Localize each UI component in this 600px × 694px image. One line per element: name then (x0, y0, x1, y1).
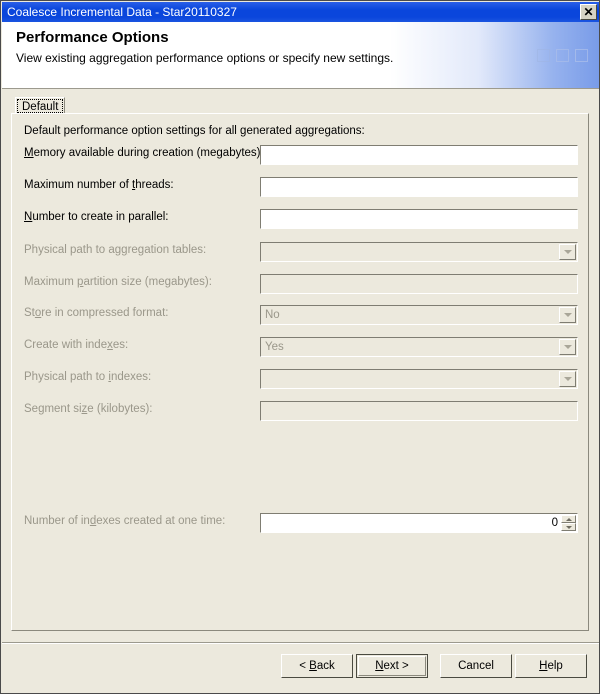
title-bar: Coalesce Incremental Data - Star20110327… (2, 2, 599, 22)
button-label: Next > (375, 660, 409, 672)
field-label: Store in compressed format: (24, 307, 169, 319)
triangle-down-glyph (565, 525, 572, 529)
field-label: Number to create in parallel: (24, 211, 169, 223)
spinner-up-icon[interactable] (561, 515, 576, 523)
number-spinner: 0 (260, 513, 578, 533)
dialog-window: Coalesce Incremental Data - Star20110327… (0, 0, 600, 694)
combo-box (260, 369, 578, 389)
watermark-square-2-icon (556, 49, 569, 62)
combo-box: Yes (260, 337, 578, 357)
form-row: Number to create in parallel: (12, 209, 588, 229)
panel-description: Default performance option settings for … (24, 125, 365, 137)
back-button[interactable]: < Back (281, 654, 353, 678)
field-label: Memory available during creation (megaby… (24, 147, 264, 159)
button-label: Help (539, 660, 563, 672)
chevron-down-glyph (563, 313, 572, 317)
tab-strip: Default (15, 97, 66, 114)
window-title: Coalesce Incremental Data - Star20110327 (7, 5, 237, 19)
triangle-up-glyph (565, 517, 572, 521)
form-row: Physical path to aggregation tables: (12, 242, 588, 262)
field-label: Maximum number of threads: (24, 179, 174, 191)
button-bar: < Back Next > Cancel Help (1, 654, 599, 678)
form-row: Maximum number of threads: (12, 177, 588, 197)
button-label: < Back (299, 660, 335, 672)
chevron-down-icon (559, 339, 576, 355)
cancel-button[interactable]: Cancel (440, 654, 512, 678)
field-label: Segment size (kilobytes): (24, 403, 153, 415)
header-watermark-icon (537, 49, 588, 62)
next-button[interactable]: Next > (356, 654, 428, 678)
form-row: Create with indexes: Yes (12, 337, 588, 357)
combo-value: No (265, 309, 280, 321)
chevron-down-glyph (563, 377, 572, 381)
watermark-square-3-icon (575, 49, 588, 62)
form-row: Number of indexes created at one time: 0 (12, 513, 588, 533)
page-subtitle: View existing aggregation performance op… (16, 51, 394, 65)
tab-default-label: Default (22, 100, 59, 113)
spinner-down-icon[interactable] (561, 523, 576, 531)
form-row: Segment size (kilobytes): (12, 401, 588, 421)
chevron-down-glyph (563, 345, 572, 349)
text-input (260, 401, 578, 421)
form-row: Maximum partition size (megabytes): (12, 274, 588, 294)
text-input[interactable] (260, 209, 578, 229)
page-title: Performance Options (16, 29, 169, 46)
text-input (260, 274, 578, 294)
combo-box: No (260, 305, 578, 325)
spinner-buttons (561, 514, 576, 532)
footer-divider-highlight (2, 643, 599, 644)
help-button[interactable]: Help (515, 654, 587, 678)
tab-default[interactable]: Default (15, 97, 66, 114)
header-divider (2, 88, 599, 89)
chevron-down-icon (559, 371, 576, 387)
field-label: Physical path to indexes: (24, 371, 152, 383)
chevron-down-icon (559, 307, 576, 323)
chevron-down-icon (559, 244, 576, 260)
spinner-value: 0 (551, 517, 558, 529)
form-row: Store in compressed format: No (12, 305, 588, 325)
text-input[interactable] (260, 145, 578, 165)
field-label: Create with indexes: (24, 339, 129, 351)
wizard-header: Performance Options View existing aggreg… (2, 22, 599, 88)
form-row: Physical path to indexes: (12, 369, 588, 389)
field-label: Maximum partition size (megabytes): (24, 276, 212, 288)
field-label: Number of indexes created at one time: (24, 515, 226, 527)
tab-panel-default: Default performance option settings for … (11, 113, 589, 631)
button-label: Cancel (458, 660, 494, 672)
combo-box (260, 242, 578, 262)
field-label: Physical path to aggregation tables: (24, 244, 207, 256)
close-icon[interactable]: ✕ (580, 4, 597, 20)
chevron-down-glyph (563, 250, 572, 254)
text-input[interactable] (260, 177, 578, 197)
form-row: Memory available during creation (megaby… (12, 145, 588, 165)
watermark-square-1-icon (537, 49, 550, 62)
combo-value: Yes (265, 341, 284, 353)
